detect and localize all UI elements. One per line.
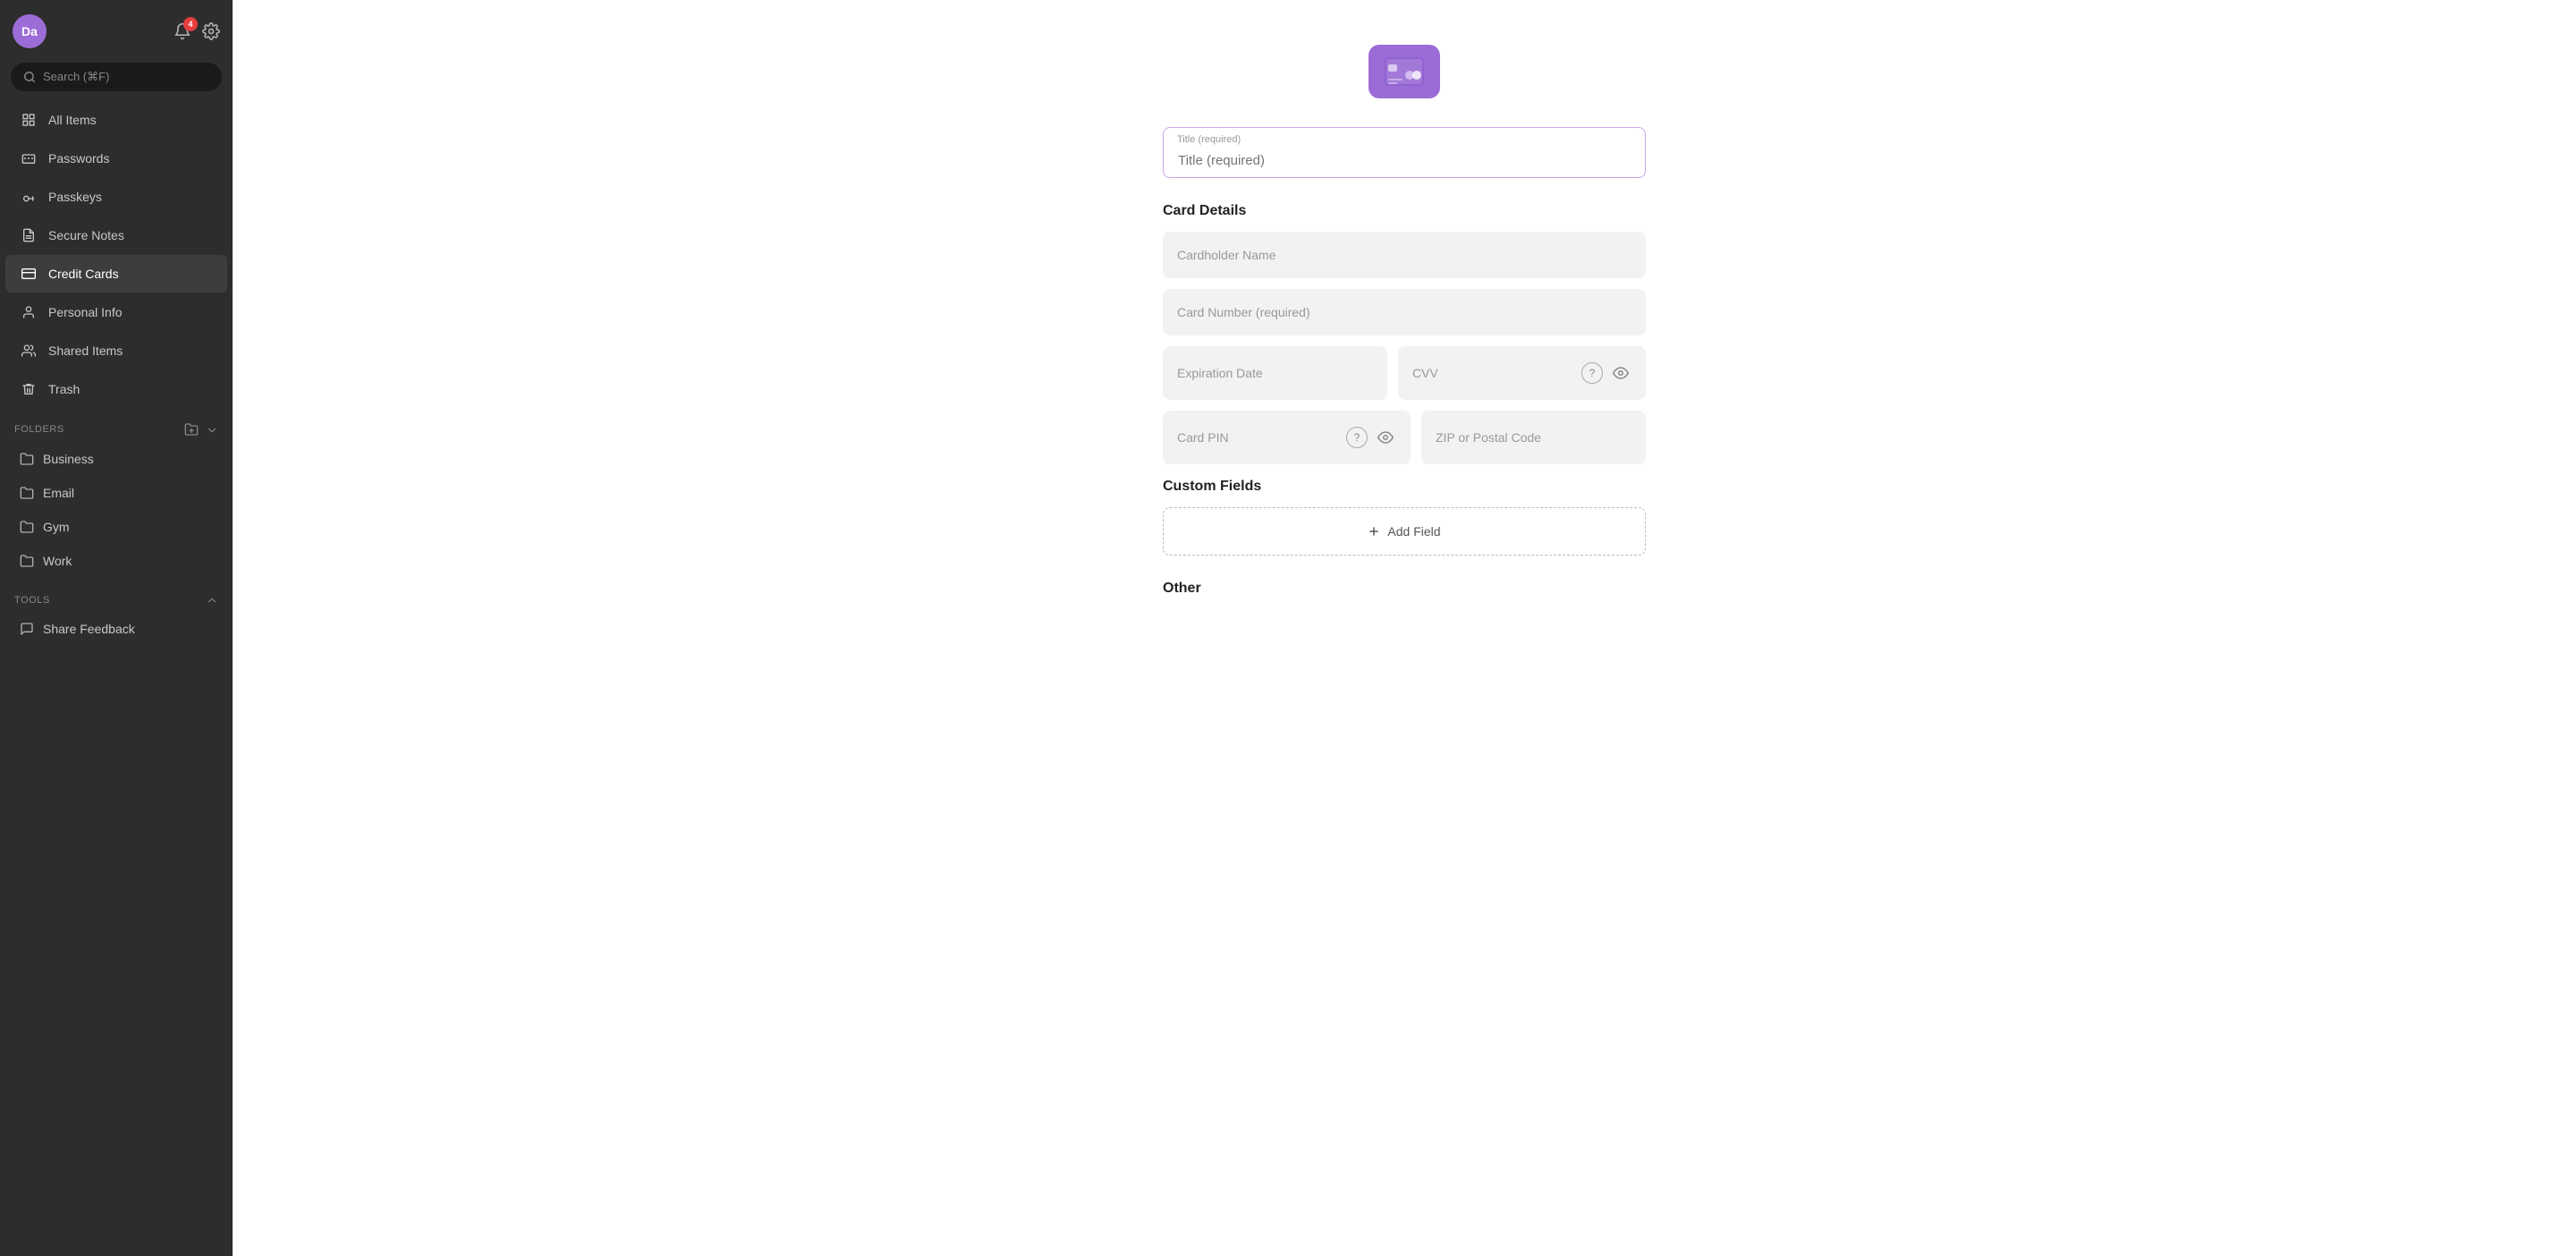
folder-email[interactable]: Email <box>5 477 227 509</box>
sidebar-item-label: Passkeys <box>48 190 102 204</box>
avatar[interactable]: Da <box>13 14 47 48</box>
add-field-label: Add Field <box>1387 524 1440 539</box>
folder-icon <box>20 520 34 534</box>
title-input[interactable] <box>1163 127 1646 178</box>
folder-label: Email <box>43 486 74 500</box>
sidebar-item-all-items[interactable]: All Items <box>5 101 227 139</box>
cardholder-name-field[interactable] <box>1163 232 1646 278</box>
credit-card-form: Title (required) Card Details ? <box>1163 127 1646 597</box>
expiration-date-input[interactable] <box>1177 366 1373 380</box>
search-bar[interactable]: Search (⌘F) <box>11 63 222 91</box>
sidebar-item-personal-info[interactable]: Personal Info <box>5 293 227 331</box>
grid-icon <box>20 111 38 129</box>
sidebar-header: Da 4 <box>0 0 233 59</box>
add-field-button[interactable]: Add Field <box>1163 507 1646 556</box>
pin-zip-row: ? <box>1163 411 1646 464</box>
passkey-icon <box>20 188 38 206</box>
search-icon <box>23 71 36 83</box>
folders-header-icons <box>184 421 218 437</box>
card-pin-input[interactable] <box>1177 430 1339 445</box>
cvv-eye-icon[interactable] <box>1610 362 1631 384</box>
folder-icon <box>20 452 34 466</box>
title-field-wrapper: Title (required) <box>1163 127 1646 178</box>
card-number-field[interactable] <box>1163 289 1646 335</box>
sidebar-item-label: Trash <box>48 382 80 396</box>
person-icon <box>20 303 38 321</box>
folder-gym[interactable]: Gym <box>5 511 227 543</box>
trash-icon <box>20 380 38 398</box>
creditcard-icon <box>20 265 38 283</box>
note-icon <box>20 226 38 244</box>
notification-badge: 4 <box>183 17 198 31</box>
search-label: Search (⌘F) <box>43 70 109 84</box>
folder-business[interactable]: Business <box>5 443 227 475</box>
card-pin-field[interactable]: ? <box>1163 411 1411 464</box>
notifications-button[interactable]: 4 <box>174 22 191 40</box>
folders-collapse-icon[interactable] <box>206 422 218 437</box>
plus-icon <box>1368 525 1380 538</box>
cvv-help-icon[interactable]: ? <box>1581 362 1603 384</box>
folder-label: Work <box>43 554 72 568</box>
zip-input[interactable] <box>1436 430 1631 445</box>
expiration-date-field[interactable] <box>1163 346 1387 400</box>
custom-fields-section: Custom Fields Add Field <box>1163 479 1646 556</box>
sidebar-item-passkeys[interactable]: Passkeys <box>5 178 227 216</box>
share-feedback-item[interactable]: Share Feedback <box>5 613 227 645</box>
sidebar-item-label: Credit Cards <box>48 267 119 281</box>
cvv-action-icons: ? <box>1581 362 1631 384</box>
sidebar-item-passwords[interactable]: Passwords <box>5 140 227 177</box>
sidebar-item-shared-items[interactable]: Shared Items <box>5 332 227 369</box>
main-content: Title (required) Card Details ? <box>233 0 2576 1256</box>
credit-card-header-icon <box>1368 45 1440 98</box>
sidebar-item-label: Secure Notes <box>48 228 124 242</box>
cvv-input[interactable] <box>1412 366 1574 380</box>
cvv-field[interactable]: ? <box>1398 346 1646 400</box>
sidebar: Da 4 Search (⌘F) <box>0 0 233 1256</box>
sidebar-item-credit-cards[interactable]: Credit Cards <box>5 255 227 293</box>
shared-icon <box>20 342 38 360</box>
pin-help-icon[interactable]: ? <box>1346 427 1368 448</box>
pin-action-icons: ? <box>1346 427 1396 448</box>
zip-field[interactable] <box>1421 411 1646 464</box>
folder-icon <box>20 554 34 568</box>
sidebar-item-secure-notes[interactable]: Secure Notes <box>5 216 227 254</box>
folder-label: Business <box>43 452 94 466</box>
folder-work[interactable]: Work <box>5 545 227 577</box>
folders-section-header: Folders <box>0 409 233 442</box>
expiry-cvv-row: ? <box>1163 346 1646 400</box>
sidebar-item-label: All Items <box>48 113 97 127</box>
tools-collapse-icon[interactable] <box>206 594 218 607</box>
tools-section-header: Tools <box>0 581 233 612</box>
add-folder-icon[interactable] <box>184 421 199 437</box>
sidebar-item-label: Passwords <box>48 151 109 165</box>
sidebar-item-label: Personal Info <box>48 305 123 319</box>
chat-icon <box>20 622 34 636</box>
password-icon <box>20 149 38 167</box>
pin-eye-icon[interactable] <box>1375 427 1396 448</box>
tools-label: Tools <box>14 595 50 606</box>
folders-label: Folders <box>14 424 64 435</box>
card-details-label: Card Details <box>1163 203 1646 219</box>
settings-button[interactable] <box>202 22 220 40</box>
header-icons: 4 <box>174 22 220 40</box>
tools-section: Tools Share Feedback <box>0 581 233 646</box>
feedback-label: Share Feedback <box>43 622 135 636</box>
folder-icon <box>20 486 34 500</box>
custom-fields-label: Custom Fields <box>1163 479 1646 495</box>
folder-label: Gym <box>43 520 70 534</box>
card-number-input[interactable] <box>1177 305 1631 319</box>
sidebar-item-trash[interactable]: Trash <box>5 370 227 408</box>
sidebar-item-label: Shared Items <box>48 344 123 358</box>
cardholder-name-input[interactable] <box>1177 248 1631 262</box>
nav-list: All Items Passwords Passkeys <box>0 100 233 409</box>
other-section-label: Other <box>1163 581 1646 597</box>
